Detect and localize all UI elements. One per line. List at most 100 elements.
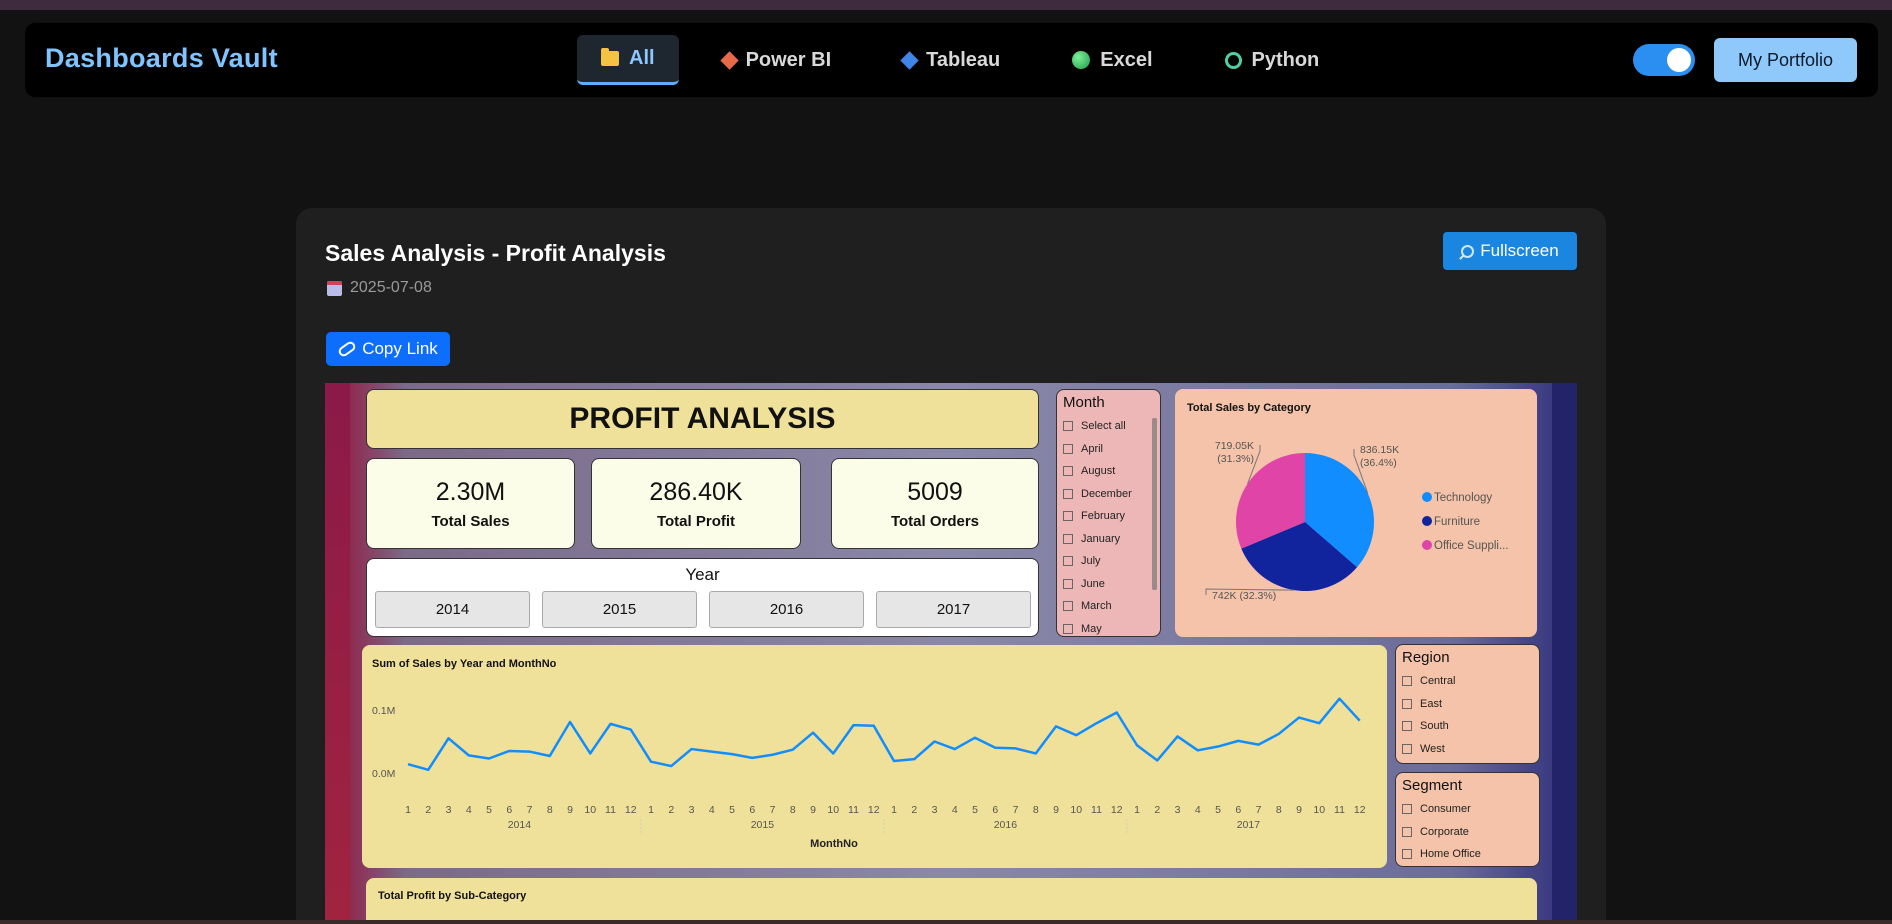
- copy-link-button[interactable]: Copy Link: [326, 332, 450, 366]
- checkbox[interactable]: [1063, 601, 1073, 612]
- kpi-total-orders: 5009 Total Orders: [831, 458, 1039, 549]
- x-tick-label: 7: [1013, 804, 1019, 816]
- year-group-label: 2017: [1237, 819, 1261, 831]
- year-button-2016[interactable]: 2016: [709, 591, 864, 628]
- month-option[interactable]: April: [1063, 438, 1154, 461]
- python-icon: [1224, 51, 1242, 69]
- x-tick-label: 2: [1154, 804, 1160, 816]
- x-tick-label: 12: [625, 804, 637, 816]
- checkbox[interactable]: [1402, 676, 1412, 687]
- tab-tableau[interactable]: Tableau: [875, 35, 1028, 85]
- year-button-2015[interactable]: 2015: [542, 591, 697, 628]
- tab-excel[interactable]: Excel: [1044, 35, 1180, 85]
- brand-logo[interactable]: Dashboards Vault: [45, 43, 278, 74]
- month-scrollbar[interactable]: [1152, 418, 1157, 590]
- x-tick-label: 8: [1276, 804, 1282, 816]
- checkbox[interactable]: [1063, 556, 1073, 567]
- month-option[interactable]: March: [1063, 595, 1154, 618]
- x-tick-label: 1: [1134, 804, 1140, 816]
- tab-python[interactable]: Python: [1197, 35, 1348, 85]
- legend-label[interactable]: Furniture: [1434, 516, 1480, 528]
- checkbox[interactable]: [1402, 804, 1412, 815]
- legend-marker: [1422, 516, 1432, 526]
- legend-marker: [1422, 492, 1432, 502]
- month-option[interactable]: December: [1063, 483, 1154, 506]
- x-tick-label: 8: [1033, 804, 1039, 816]
- month-option-label: March: [1081, 600, 1112, 613]
- powerbi-icon: [719, 50, 739, 70]
- kpi-value: 286.40K: [649, 477, 743, 506]
- region-option-label: East: [1420, 697, 1443, 710]
- checkbox[interactable]: [1063, 421, 1073, 432]
- x-tick-label: 5: [1215, 804, 1221, 816]
- month-option[interactable]: July: [1063, 550, 1154, 573]
- month-option[interactable]: Select all: [1063, 415, 1154, 438]
- calendar-icon: [327, 280, 342, 296]
- region-option[interactable]: South: [1402, 715, 1533, 738]
- tab-all[interactable]: All: [577, 35, 679, 85]
- card-date: 2025-07-08: [327, 279, 432, 297]
- x-tick-label: 5: [486, 804, 492, 816]
- checkbox[interactable]: [1402, 849, 1412, 860]
- checkbox[interactable]: [1063, 466, 1073, 477]
- year-group-label: 2014: [508, 819, 532, 831]
- checkbox[interactable]: [1063, 488, 1073, 499]
- x-tick-label: 5: [729, 804, 735, 816]
- sales-line[interactable]: [407, 697, 1361, 772]
- month-option-label: Select all: [1081, 420, 1126, 433]
- month-option[interactable]: June: [1063, 573, 1154, 596]
- x-tick-label: 4: [952, 804, 958, 816]
- x-tick-label: 9: [1053, 804, 1059, 816]
- x-tick-label: 7: [1256, 804, 1262, 816]
- month-option[interactable]: February: [1063, 505, 1154, 528]
- year-button-2014[interactable]: 2014: [375, 591, 530, 628]
- x-tick-label: 12: [868, 804, 880, 816]
- dashboard-right-band: [1552, 383, 1577, 924]
- x-tick-label: 2: [668, 804, 674, 816]
- segment-option[interactable]: Consumer: [1402, 798, 1533, 821]
- fullscreen-button[interactable]: Fullscreen: [1443, 232, 1577, 270]
- pie-data-label: 719.05K: [1215, 440, 1254, 452]
- month-option[interactable]: August: [1063, 460, 1154, 483]
- segment-option-label: Corporate: [1420, 825, 1469, 838]
- pie-chart-panel: Total Sales by Category 836.15K (36.4%) 742…: [1175, 389, 1537, 637]
- checkbox[interactable]: [1402, 698, 1412, 709]
- region-option[interactable]: West: [1402, 738, 1533, 761]
- powerbi-dashboard-embed[interactable]: PROFIT ANALYSIS 2.30M Total Sales 286.40…: [325, 383, 1577, 924]
- checkbox[interactable]: [1402, 826, 1412, 837]
- tab-power-bi[interactable]: Power BI: [695, 35, 860, 85]
- segment-option[interactable]: Corporate: [1402, 821, 1533, 844]
- region-option[interactable]: East: [1402, 693, 1533, 716]
- x-tick-label: 2: [911, 804, 917, 816]
- x-tick-label: 8: [547, 804, 553, 816]
- legend-label[interactable]: Technology: [1434, 492, 1492, 504]
- region-option[interactable]: Central: [1402, 670, 1533, 693]
- y-tick-label: 0.1M: [372, 705, 395, 717]
- segment-option-label: Home Office: [1420, 848, 1481, 861]
- x-tick-label: 11: [848, 804, 859, 816]
- checkbox[interactable]: [1063, 623, 1073, 634]
- tab-label: Excel: [1100, 48, 1153, 71]
- pie-chart: Total Sales by Category 836.15K(36.4%) 742…: [1187, 402, 1509, 602]
- checkbox[interactable]: [1063, 511, 1073, 522]
- x-tick-label: 11: [605, 804, 616, 816]
- segment-slicer-title: Segment: [1402, 777, 1463, 794]
- checkbox[interactable]: [1402, 721, 1412, 732]
- theme-toggle[interactable]: [1633, 44, 1695, 76]
- checkbox[interactable]: [1063, 443, 1073, 454]
- segment-option[interactable]: Home Office: [1402, 843, 1533, 866]
- year-slicer: Year 2014 2015 2016 2017: [366, 558, 1039, 637]
- checkbox[interactable]: [1063, 578, 1073, 589]
- checkbox[interactable]: [1063, 533, 1073, 544]
- x-tick-label: 7: [770, 804, 776, 816]
- year-button-2017[interactable]: 2017: [876, 591, 1031, 628]
- legend-label[interactable]: Office Suppli...: [1434, 540, 1509, 552]
- kpi-label: Total Profit: [656, 512, 736, 530]
- my-portfolio-button[interactable]: My Portfolio: [1714, 38, 1857, 82]
- year-slicer-title: Year: [685, 565, 720, 584]
- kpi-value: 2.30M: [435, 477, 506, 506]
- checkbox[interactable]: [1402, 743, 1412, 754]
- month-option[interactable]: May: [1063, 618, 1154, 637]
- browser-top-strip: [0, 0, 1892, 10]
- month-option[interactable]: January: [1063, 528, 1154, 551]
